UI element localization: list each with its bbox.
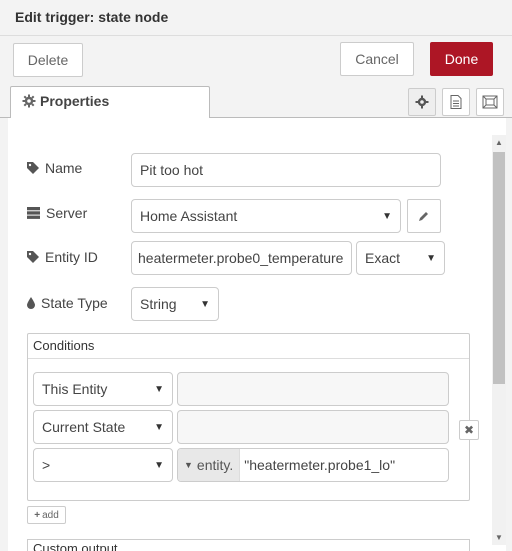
- server-icon: [27, 207, 40, 219]
- properties-tab-button[interactable]: [408, 88, 436, 116]
- close-icon: ✖: [463, 423, 475, 437]
- entity-id-match-value: Exact: [365, 250, 401, 266]
- server-value: Home Assistant: [140, 208, 238, 224]
- cancel-button[interactable]: Cancel: [340, 42, 414, 76]
- state-type-select[interactable]: String ▼: [131, 287, 219, 321]
- chevron-down-icon: ▼: [426, 252, 436, 264]
- droplet-icon: [27, 297, 35, 309]
- appearance-tab-button[interactable]: [476, 88, 504, 116]
- add-label: add: [42, 509, 59, 521]
- pencil-icon: [419, 212, 428, 221]
- scrollbar-thumb[interactable]: [493, 152, 505, 384]
- server-label: Server: [46, 205, 88, 221]
- chevron-down-icon: ▼: [200, 298, 210, 310]
- condition-selector-value: >: [42, 457, 51, 473]
- entity-id-match-select[interactable]: Exact ▼: [356, 241, 445, 275]
- name-label: Name: [45, 160, 83, 176]
- chevron-down-icon: ▼: [154, 383, 164, 395]
- scroll-down-icon[interactable]: ▼: [495, 533, 503, 542]
- scroll-up-icon[interactable]: ▲: [495, 138, 503, 147]
- server-label-row: Server: [27, 205, 87, 221]
- description-tab-button[interactable]: [442, 88, 470, 116]
- frame-icon: [482, 95, 498, 109]
- condition-selector-value: This Entity: [42, 381, 108, 397]
- state-type-value: String: [140, 296, 177, 312]
- tag-icon: [27, 162, 39, 174]
- name-label-row: Name: [27, 160, 82, 176]
- conditions-divider: [28, 358, 469, 359]
- chevron-down-icon: ▼: [154, 459, 164, 471]
- name-input[interactable]: Pit too hot: [131, 153, 441, 187]
- next-section-title: Custom output: [33, 541, 118, 551]
- gear-icon: [415, 95, 429, 109]
- condition-property-2[interactable]: [177, 410, 449, 444]
- tab-properties-label: Properties: [40, 93, 110, 109]
- chevron-down-icon: ▼: [382, 210, 392, 222]
- type-selector[interactable]: ▼ entity.: [178, 449, 241, 481]
- entity-id-input[interactable]: heatermeter.probe0_temperature: [131, 241, 352, 275]
- condition-typed-input-3[interactable]: ▼ entity. "heatermeter.probe1_lo": [177, 448, 449, 482]
- server-select[interactable]: Home Assistant ▼: [131, 199, 401, 233]
- condition-property-1[interactable]: [177, 372, 449, 406]
- condition-value-3: "heatermeter.probe1_lo": [244, 457, 396, 473]
- state-type-label-row: State Type: [27, 295, 108, 311]
- chevron-down-icon: ▼: [154, 421, 164, 433]
- condition-selector-2[interactable]: Current State ▼: [33, 410, 173, 444]
- plus-icon: +: [34, 509, 41, 521]
- edit-server-button[interactable]: [407, 199, 441, 233]
- condition-selector-1[interactable]: This Entity ▼: [33, 372, 173, 406]
- tag-icon: [27, 251, 39, 263]
- document-icon: [450, 95, 462, 109]
- entity-id-label-row: Entity ID: [27, 249, 98, 265]
- gear-icon: [22, 94, 36, 111]
- type-prefix: entity.: [196, 457, 234, 473]
- caret-down-icon: ▼: [184, 460, 193, 470]
- condition-selector-value: Current State: [42, 419, 126, 435]
- dialog-title: Edit trigger: state node: [15, 9, 169, 25]
- done-button[interactable]: Done: [430, 42, 493, 76]
- delete-button[interactable]: Delete: [13, 43, 83, 77]
- state-type-label: State Type: [41, 295, 108, 311]
- remove-condition-button[interactable]: ✖: [459, 420, 479, 440]
- add-condition-button[interactable]: + add: [27, 506, 66, 524]
- condition-selector-3[interactable]: > ▼: [33, 448, 173, 482]
- entity-id-label: Entity ID: [45, 249, 98, 265]
- conditions-title: Conditions: [33, 338, 95, 353]
